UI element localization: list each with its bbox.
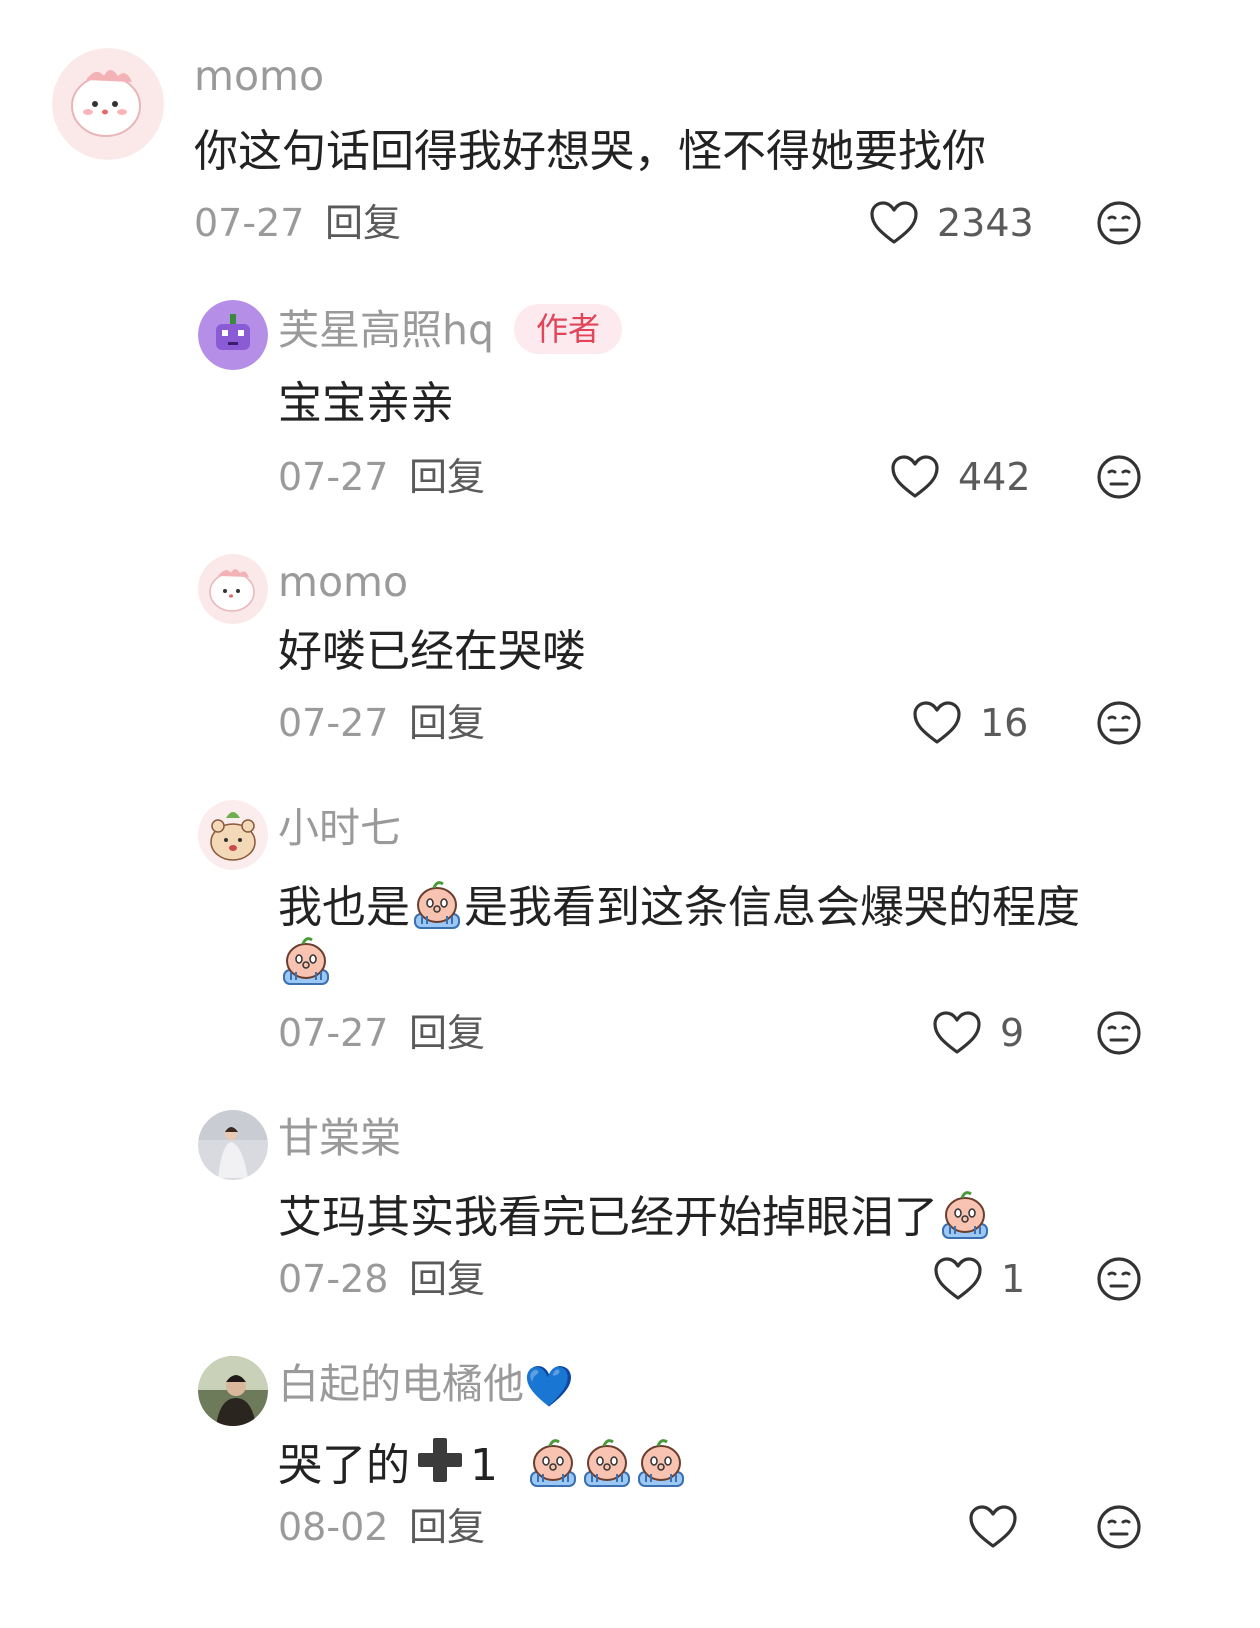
comment-date: 07-27 [278, 455, 389, 499]
username[interactable]: 芙星高照hq 作者 [278, 304, 623, 358]
comment-text: 宝宝亲亲 [278, 378, 454, 429]
crying-sticker-icon [526, 1434, 580, 1488]
user-avatar[interactable] [52, 48, 164, 160]
user-avatar[interactable] [198, 800, 268, 870]
comment-text: 好喽已经在哭喽 [278, 626, 586, 677]
comment-text: 我也是 是我看到这条信息会爆哭的程度 [278, 876, 1080, 930]
crying-sticker-icon [580, 1434, 634, 1488]
user-avatar[interactable] [198, 1110, 268, 1180]
like-count: 16 [980, 701, 1029, 745]
crying-sticker-icon [938, 1186, 992, 1240]
user-avatar[interactable] [198, 1356, 268, 1426]
like-count: 1 [1001, 1257, 1026, 1301]
dislike-face-icon[interactable] [1096, 200, 1142, 246]
comment-text-part: 是我看到这条信息会爆哭的程度 [464, 882, 1080, 933]
username[interactable]: 甘棠棠 [278, 1118, 401, 1159]
username-text: 白起的电橘他 [278, 1360, 524, 1408]
comment-text-part: 我也是 [278, 882, 410, 933]
blue-heart-icon: 💙 [524, 1364, 574, 1410]
like-heart-icon[interactable] [890, 454, 940, 500]
comment-text: 哭了的 1 [278, 1434, 688, 1488]
reply-button[interactable]: 回复 [409, 1014, 485, 1052]
comment-date: 07-27 [194, 201, 305, 245]
username[interactable]: 小时七 [278, 808, 401, 849]
like-heart-icon[interactable] [932, 1010, 982, 1056]
author-badge: 作者 [514, 304, 623, 354]
like-heart-icon[interactable] [912, 700, 962, 746]
user-avatar[interactable] [198, 300, 268, 370]
username-text: 芙星高照hq [278, 306, 495, 354]
dislike-face-icon[interactable] [1096, 1504, 1142, 1550]
like-heart-icon[interactable] [869, 200, 919, 246]
reply-button[interactable]: 回复 [409, 458, 485, 496]
user-avatar[interactable] [198, 554, 268, 624]
username[interactable]: momo [278, 562, 408, 603]
crying-sticker-icon [279, 932, 333, 986]
comment-date: 07-27 [278, 701, 389, 745]
crying-sticker-icon [410, 876, 464, 930]
comment-date: 07-28 [278, 1257, 389, 1301]
like-heart-icon[interactable] [933, 1256, 983, 1302]
comment-text-part: 1 [470, 1440, 498, 1491]
heavy-plus-icon [414, 1434, 466, 1486]
dislike-face-icon[interactable] [1096, 700, 1142, 746]
dislike-face-icon[interactable] [1096, 454, 1142, 500]
dislike-face-icon[interactable] [1096, 1256, 1142, 1302]
comment-date: 08-02 [278, 1505, 389, 1549]
comment-text: 艾玛其实我看完已经开始掉眼泪了 [278, 1186, 992, 1240]
comment-text: 你这句话回得我好想哭，怪不得她要找你 [194, 126, 986, 177]
reply-button[interactable]: 回复 [409, 1260, 485, 1298]
like-count: 9 [1000, 1011, 1025, 1055]
dislike-face-icon[interactable] [1096, 1010, 1142, 1056]
reply-button[interactable]: 回复 [409, 1508, 485, 1546]
username[interactable]: 白起的电橘他💙 [278, 1364, 574, 1410]
like-count: 442 [958, 455, 1031, 499]
reply-button[interactable]: 回复 [325, 204, 401, 242]
reply-button[interactable]: 回复 [409, 704, 485, 742]
like-heart-icon[interactable] [968, 1504, 1018, 1550]
comment-date: 07-27 [278, 1011, 389, 1055]
like-count: 2343 [937, 201, 1034, 245]
comment-text-part: 哭了的 [278, 1440, 410, 1491]
crying-sticker-icon [634, 1434, 688, 1488]
comment-text-part: 艾玛其实我看完已经开始掉眼泪了 [278, 1192, 938, 1243]
username[interactable]: momo [194, 56, 324, 97]
